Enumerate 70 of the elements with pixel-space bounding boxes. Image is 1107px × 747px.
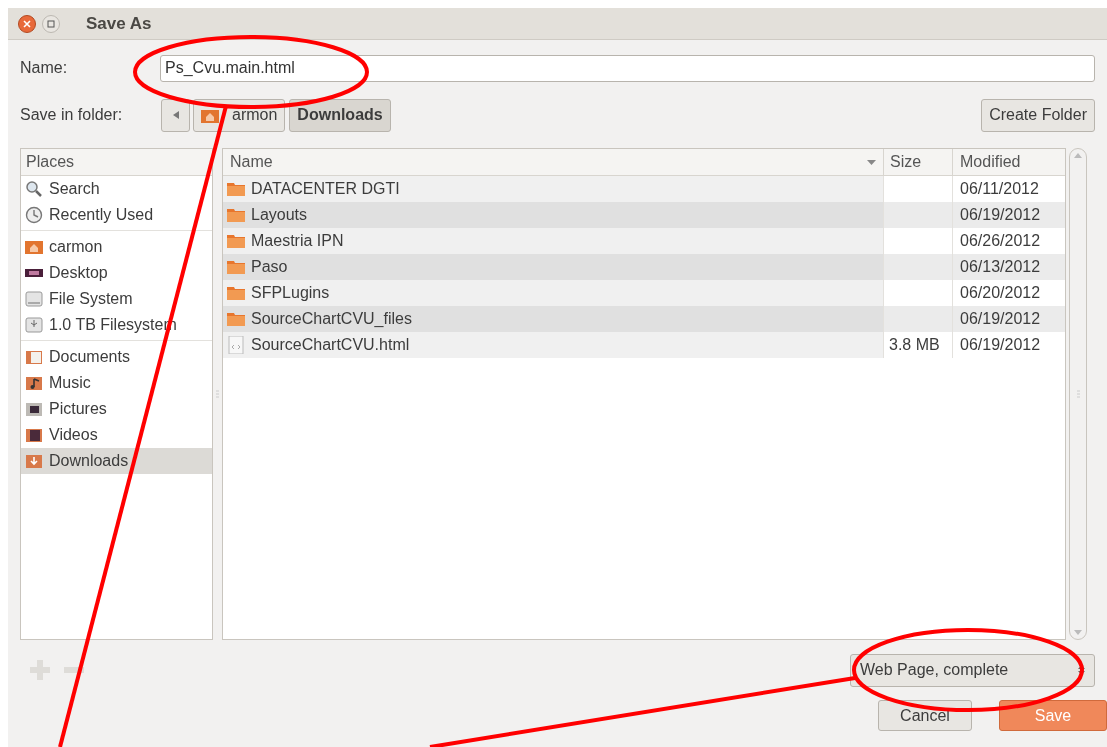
places-item[interactable]: carmon	[21, 234, 212, 260]
places-item[interactable]: Videos	[21, 422, 212, 448]
file-modified: 06/19/2012	[960, 335, 1041, 355]
add-icon[interactable]	[30, 660, 50, 680]
search-icon	[25, 180, 43, 198]
left-arrow-icon	[172, 111, 179, 119]
file-name: SourceChartCVU_files	[251, 309, 412, 329]
places-item[interactable]: Documents	[21, 344, 212, 370]
column-header[interactable]: Name	[223, 149, 884, 175]
close-icon	[23, 19, 31, 28]
name-field[interactable]: Ps_Cvu.main.html	[160, 54, 1095, 82]
sort-caret-icon	[867, 159, 876, 165]
file-row[interactable]: Paso 06/13/2012	[223, 254, 1065, 280]
file-name: Layouts	[251, 205, 308, 225]
scrollbar[interactable]	[1069, 148, 1087, 640]
file-name: SourceChartCVU.html	[251, 335, 410, 355]
column-header[interactable]: Modified	[953, 149, 1065, 175]
places-item[interactable]: Music	[21, 370, 212, 396]
folder-icon	[227, 284, 245, 302]
remove-icon[interactable]	[64, 667, 84, 673]
places-item[interactable]: Pictures	[21, 396, 212, 422]
places-item[interactable]: Downloads	[21, 448, 212, 474]
updown-caret-icon	[1078, 664, 1085, 676]
file-name: SFPLugins	[251, 283, 330, 303]
file-row[interactable]: Layouts 06/19/2012	[223, 202, 1065, 228]
file-size: 3.8 MB	[889, 335, 940, 355]
file-modified: 06/19/2012	[960, 309, 1041, 329]
scroll-down-arrow-icon[interactable]	[1074, 630, 1082, 635]
home-folder-icon	[25, 238, 43, 256]
places-header: Places	[21, 149, 212, 176]
home-folder-icon	[201, 107, 219, 123]
file-name: DATACENTER DGTI	[251, 179, 400, 199]
file-row[interactable]: SourceChartCVU_files 06/19/2012	[223, 306, 1065, 332]
folder-icon	[227, 310, 245, 328]
music-folder-icon	[25, 374, 43, 392]
scroll-up-arrow-icon[interactable]	[1074, 153, 1082, 158]
window-title: Save As	[86, 12, 152, 35]
file-modified: 06/19/2012	[960, 205, 1041, 225]
drive-icon	[25, 290, 43, 308]
file-icon	[227, 336, 245, 354]
file-type-dropdown[interactable]: Web Page, complete	[850, 653, 1095, 687]
file-name: Maestria IPN	[251, 231, 344, 251]
file-modified: 06/26/2012	[960, 231, 1041, 251]
maximize-button[interactable]	[42, 14, 60, 33]
clock-icon	[25, 206, 43, 224]
places-item[interactable]: Desktop	[21, 260, 212, 286]
file-modified: 06/13/2012	[960, 257, 1041, 277]
file-name: Paso	[251, 257, 288, 277]
places-item[interactable]: Search	[21, 176, 212, 202]
places-item[interactable]: File System	[21, 286, 212, 312]
breadcrumb-button[interactable]: Downloads	[289, 98, 391, 132]
pictures-folder-icon	[25, 400, 43, 418]
usb-drive-icon	[25, 316, 43, 334]
close-button[interactable]	[18, 14, 36, 33]
create-folder-button[interactable]: Create Folder	[981, 98, 1095, 132]
maximize-icon	[47, 19, 55, 28]
folder-icon	[227, 232, 245, 250]
name-label: Name:	[20, 58, 69, 78]
file-modified: 06/11/2012	[960, 179, 1039, 199]
folder-label: Save in folder:	[20, 105, 124, 125]
videos-folder-icon	[25, 426, 43, 444]
folder-icon	[227, 258, 245, 276]
documents-folder-icon	[25, 348, 43, 366]
places-item[interactable]: Recently Used	[21, 202, 212, 228]
downloads-folder-icon	[25, 452, 43, 470]
column-header[interactable]: Size	[884, 149, 953, 175]
folder-icon	[227, 180, 245, 198]
file-modified: 06/20/2012	[960, 283, 1041, 303]
back-button[interactable]	[161, 98, 190, 132]
folder-icon	[227, 206, 245, 224]
